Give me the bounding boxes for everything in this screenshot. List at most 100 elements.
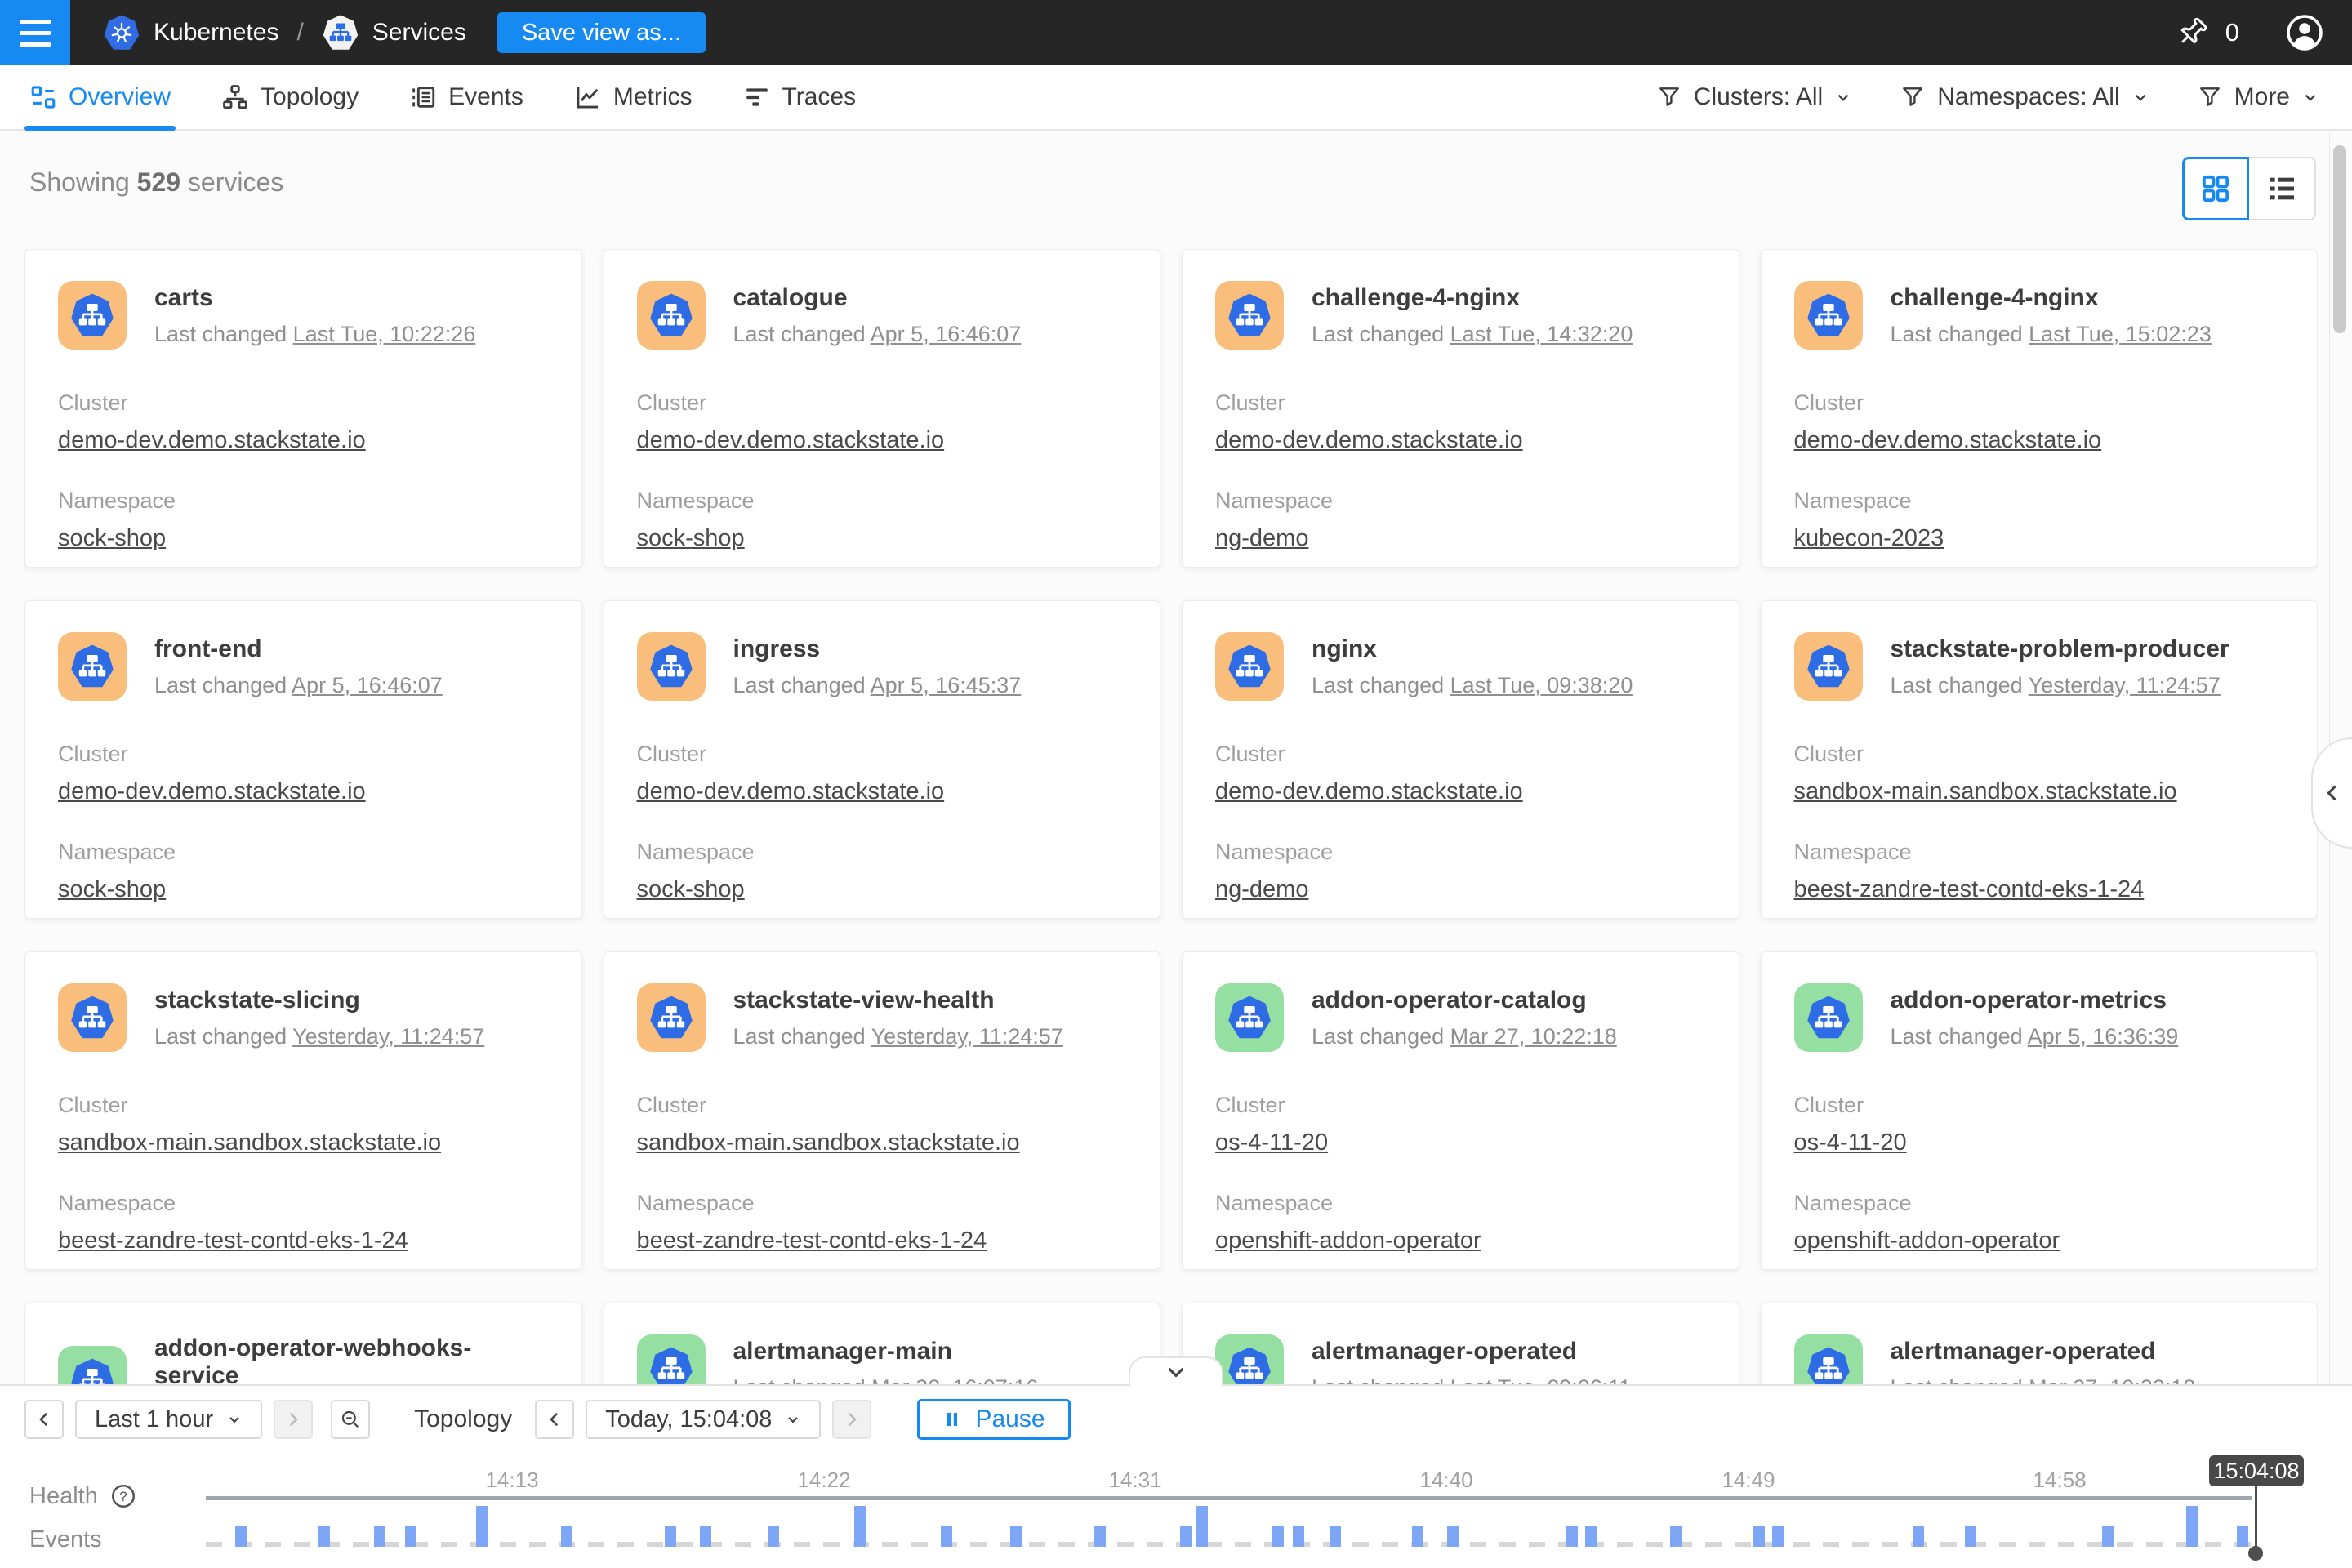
- breadcrumb-view[interactable]: Services: [322, 14, 466, 51]
- namespace-label: Namespace: [1215, 1191, 1706, 1216]
- namespace-link[interactable]: beest-zandre-test-contd-eks-1-24: [58, 1227, 408, 1254]
- service-name: alertmanager-operated: [1891, 1338, 2196, 1365]
- last-changed-link[interactable]: Mar 27, 10:22:18: [2029, 1375, 2195, 1385]
- service-card[interactable]: alertmanager-operated Last changed Last …: [1182, 1303, 1740, 1384]
- cluster-label: Cluster: [1215, 1093, 1706, 1118]
- last-changed-link[interactable]: Yesterday, 11:24:57: [292, 1024, 484, 1049]
- cluster-link[interactable]: demo-dev.demo.stackstate.io: [1215, 427, 1523, 454]
- time-back-button[interactable]: [535, 1400, 574, 1439]
- last-changed-link[interactable]: Yesterday, 11:24:57: [871, 1024, 1063, 1049]
- tab-traces[interactable]: Traces: [743, 65, 857, 129]
- current-time-marker-dot[interactable]: [2248, 1546, 2263, 1561]
- tab-topology[interactable]: Topology: [221, 65, 359, 129]
- breadcrumb-app[interactable]: Kubernetes: [103, 14, 278, 51]
- service-card[interactable]: stackstate-problem-producer Last changed…: [1761, 600, 2319, 919]
- cluster-link[interactable]: demo-dev.demo.stackstate.io: [58, 427, 366, 454]
- tab-events[interactable]: Events: [409, 65, 523, 129]
- namespace-link[interactable]: beest-zandre-test-contd-eks-1-24: [637, 1227, 987, 1254]
- service-card[interactable]: challenge-4-nginx Last changed Last Tue,…: [1182, 249, 1740, 568]
- last-changed: Last changed Yesterday, 11:24:57: [1891, 673, 2230, 698]
- last-changed-link[interactable]: Yesterday, 11:24:57: [2029, 673, 2221, 697]
- service-icon: [58, 1346, 127, 1385]
- clusters-filter[interactable]: Clusters: All: [1656, 83, 1852, 111]
- chevron-right-icon: [283, 1410, 303, 1429]
- view-toggle: [2182, 157, 2316, 220]
- service-card[interactable]: front-end Last changed Apr 5, 16:46:07 C…: [24, 600, 582, 919]
- namespace-link[interactable]: kubecon-2023: [1794, 525, 1944, 552]
- namespace-label: Namespace: [637, 840, 1128, 865]
- cluster-link[interactable]: demo-dev.demo.stackstate.io: [58, 778, 366, 805]
- chevron-down-icon: [785, 1411, 801, 1428]
- zoom-out-button[interactable]: [331, 1400, 370, 1439]
- last-changed-link[interactable]: Last Tue, 09:38:20: [1450, 673, 1633, 697]
- last-changed-link[interactable]: Last Tue, 14:32:20: [1450, 322, 1633, 346]
- service-card[interactable]: addon-operator-metrics Last changed Apr …: [1761, 951, 2319, 1270]
- cluster-link[interactable]: sandbox-main.sandbox.stackstate.io: [58, 1129, 441, 1156]
- hamburger-menu-button[interactable]: [0, 0, 70, 65]
- namespace-label: Namespace: [1215, 488, 1706, 514]
- service-card[interactable]: addon-operator-webhooks-service Last cha…: [24, 1303, 582, 1384]
- service-card[interactable]: carts Last changed Last Tue, 10:22:26 Cl…: [24, 249, 582, 568]
- service-card[interactable]: stackstate-slicing Last changed Yesterda…: [24, 951, 582, 1270]
- namespace-label: Namespace: [58, 1191, 549, 1216]
- last-changed-link[interactable]: Apr 5, 16:45:37: [871, 673, 1022, 697]
- cluster-link[interactable]: os-4-11-20: [1215, 1129, 1328, 1156]
- last-changed-link[interactable]: Last Tue, 10:22:26: [293, 322, 476, 346]
- namespace-link[interactable]: openshift-addon-operator: [1215, 1227, 1481, 1254]
- tab-metrics[interactable]: Metrics: [574, 65, 693, 129]
- service-card[interactable]: alertmanager-main Last changed Mar 30, 1…: [604, 1303, 1161, 1384]
- namespace-link[interactable]: sock-shop: [58, 876, 166, 903]
- namespaces-filter[interactable]: Namespaces: All: [1900, 83, 2149, 111]
- topology-time-dropdown[interactable]: Today, 15:04:08: [586, 1400, 821, 1439]
- namespace-link[interactable]: sock-shop: [637, 525, 745, 552]
- namespace-link[interactable]: ng-demo: [1215, 525, 1308, 552]
- list-view-button[interactable]: [2249, 157, 2316, 220]
- event-bar: [1913, 1526, 1924, 1547]
- range-forward-button[interactable]: [274, 1400, 313, 1439]
- last-changed-link[interactable]: Mar 30, 16:07:16: [871, 1375, 1038, 1385]
- last-changed-link[interactable]: Last Tue, 15:02:23: [2029, 322, 2212, 346]
- time-range-dropdown[interactable]: Last 1 hour: [75, 1400, 262, 1439]
- last-changed-link[interactable]: Apr 5, 16:46:07: [871, 322, 1022, 346]
- pin-icon[interactable]: [2175, 16, 2209, 50]
- last-changed-link[interactable]: Last Tue, 09:06:11: [1450, 1375, 1632, 1385]
- cluster-link[interactable]: demo-dev.demo.stackstate.io: [637, 778, 945, 805]
- event-bar: [1965, 1526, 1976, 1547]
- service-card[interactable]: ingress Last changed Apr 5, 16:45:37 Clu…: [604, 600, 1161, 919]
- tab-overview[interactable]: Overview: [29, 65, 171, 129]
- cluster-link[interactable]: demo-dev.demo.stackstate.io: [1794, 427, 2102, 454]
- cluster-link[interactable]: demo-dev.demo.stackstate.io: [1215, 778, 1523, 805]
- collapse-timeline-button[interactable]: [1129, 1356, 1223, 1386]
- service-name: stackstate-problem-producer: [1891, 635, 2230, 663]
- time-forward-button[interactable]: [832, 1400, 871, 1439]
- cluster-link[interactable]: sandbox-main.sandbox.stackstate.io: [1794, 778, 2177, 805]
- namespace-link[interactable]: ng-demo: [1215, 876, 1308, 903]
- namespace-link[interactable]: sock-shop: [637, 876, 745, 903]
- pause-button[interactable]: Pause: [917, 1399, 1070, 1440]
- help-icon[interactable]: ?: [109, 1482, 137, 1510]
- namespace-link[interactable]: beest-zandre-test-contd-eks-1-24: [1794, 876, 2145, 903]
- service-card[interactable]: challenge-4-nginx Last changed Last Tue,…: [1761, 249, 2319, 568]
- grid-view-button[interactable]: [2182, 157, 2249, 220]
- cluster-link[interactable]: demo-dev.demo.stackstate.io: [637, 427, 945, 454]
- namespace-link[interactable]: openshift-addon-operator: [1794, 1227, 2060, 1254]
- last-changed-link[interactable]: Apr 5, 16:36:39: [2028, 1024, 2179, 1049]
- topology-time-label: Topology: [414, 1405, 512, 1433]
- service-card[interactable]: catalogue Last changed Apr 5, 16:46:07 C…: [604, 249, 1161, 568]
- service-card[interactable]: alertmanager-operated Last changed Mar 2…: [1761, 1303, 2319, 1384]
- save-view-button[interactable]: Save view as...: [497, 12, 706, 53]
- more-filter[interactable]: More: [2197, 83, 2319, 111]
- range-back-button[interactable]: [24, 1400, 64, 1439]
- namespace-link[interactable]: sock-shop: [58, 525, 166, 552]
- last-changed-link[interactable]: Mar 27, 10:22:18: [1450, 1024, 1617, 1049]
- avatar[interactable]: [2285, 13, 2324, 52]
- event-bar: [1010, 1526, 1022, 1547]
- cluster-link[interactable]: os-4-11-20: [1794, 1129, 1907, 1156]
- service-card[interactable]: addon-operator-catalog Last changed Mar …: [1182, 951, 1740, 1270]
- scrollbar-thumb[interactable]: [2333, 145, 2346, 333]
- last-changed-link[interactable]: Apr 5, 16:46:07: [292, 673, 443, 697]
- cluster-link[interactable]: sandbox-main.sandbox.stackstate.io: [637, 1129, 1020, 1156]
- service-card[interactable]: stackstate-view-health Last changed Yest…: [604, 951, 1161, 1270]
- chevron-right-icon: [842, 1410, 862, 1429]
- service-card[interactable]: nginx Last changed Last Tue, 09:38:20 Cl…: [1182, 600, 1740, 919]
